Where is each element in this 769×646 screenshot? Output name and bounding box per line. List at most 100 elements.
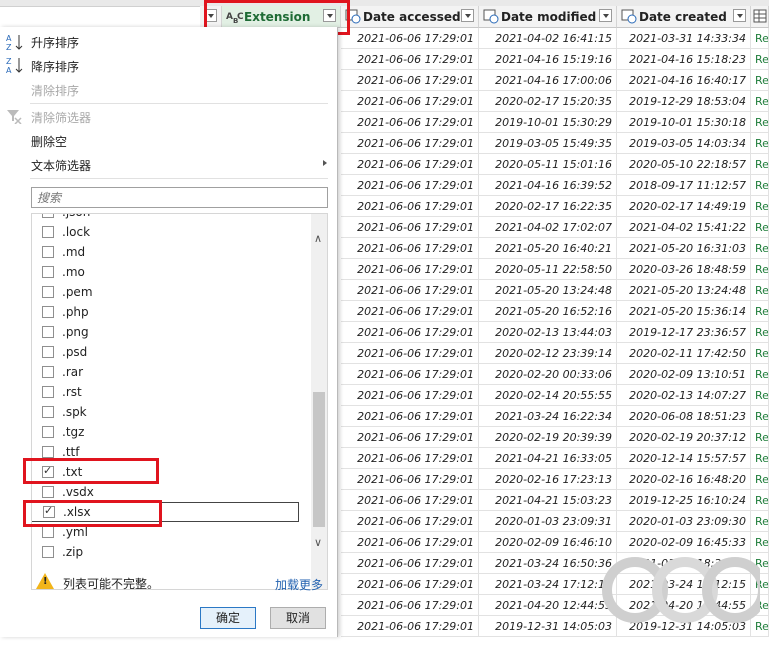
date-accessed-cell[interactable]: 2021-06-06 17:29:01 <box>341 259 479 280</box>
date-created-cell[interactable]: 2020-02-13 14:07:27 <box>617 385 751 406</box>
date-modified-cell[interactable]: 2021-04-02 17:02:07 <box>479 217 617 238</box>
table-link-cell[interactable]: Rec <box>751 196 769 217</box>
date-accessed-cell[interactable]: 2021-06-06 17:29:01 <box>341 427 479 448</box>
filter-list-item[interactable]: .tgz <box>40 422 300 442</box>
date-modified-cell[interactable]: 2020-02-17 15:20:35 <box>479 91 617 112</box>
table-link-cell[interactable]: Rec <box>751 28 769 49</box>
filter-checkbox[interactable] <box>42 526 54 538</box>
filter-checkbox[interactable] <box>42 386 54 398</box>
date-accessed-cell[interactable]: 2021-06-06 17:29:01 <box>341 595 479 616</box>
filter-list-item[interactable]: .psd <box>40 342 300 362</box>
table-link-cell[interactable]: Rec <box>751 133 769 154</box>
date-modified-cell[interactable]: 2020-01-03 23:09:31 <box>479 511 617 532</box>
filter-checkbox[interactable] <box>42 286 54 298</box>
date-modified-cell[interactable]: 2021-05-20 16:52:16 <box>479 301 617 322</box>
table-link-cell[interactable]: Rec <box>751 364 769 385</box>
date-modified-cell[interactable]: 2020-02-09 16:46:10 <box>479 532 617 553</box>
text-filters-item[interactable]: 文本筛选器 <box>31 157 91 174</box>
date-accessed-cell[interactable]: 2021-06-06 17:29:01 <box>341 28 479 49</box>
date-accessed-filter-button[interactable] <box>461 9 474 22</box>
date-accessed-cell[interactable]: 2021-06-06 17:29:01 <box>341 133 479 154</box>
table-link-cell[interactable]: Rec <box>751 175 769 196</box>
filter-list-item[interactable]: .png <box>40 322 300 342</box>
date-created-cell[interactable]: 2019-10-01 15:30:18 <box>617 112 751 133</box>
date-accessed-cell[interactable]: 2021-06-06 17:29:01 <box>341 343 479 364</box>
filter-checkbox[interactable] <box>42 226 54 238</box>
filter-checkbox[interactable] <box>42 326 54 338</box>
table-link-cell[interactable]: Rec <box>751 406 769 427</box>
filter-checkbox[interactable] <box>42 406 54 418</box>
date-created-cell[interactable]: 2019-12-25 16:10:24 <box>617 490 751 511</box>
filter-list-item[interactable]: .zip <box>40 542 300 562</box>
table-link-cell[interactable]: Rec <box>751 112 769 133</box>
filter-list-item[interactable]: .md <box>40 242 300 262</box>
date-accessed-cell[interactable]: 2021-06-06 17:29:01 <box>341 70 479 91</box>
filter-list-item[interactable]: .rst <box>40 382 300 402</box>
date-accessed-cell[interactable]: 2021-06-06 17:29:01 <box>341 49 479 70</box>
date-modified-cell[interactable]: 2020-05-11 22:58:50 <box>479 259 617 280</box>
date-modified-cell[interactable]: 2021-04-16 15:19:16 <box>479 49 617 70</box>
ok-button[interactable]: 确定 <box>200 607 256 629</box>
date-created-cell[interactable]: 2019-12-29 18:53:04 <box>617 91 751 112</box>
filter-list-item[interactable]: .lock <box>40 222 300 242</box>
date-accessed-cell[interactable]: 2021-06-06 17:29:01 <box>341 175 479 196</box>
filter-checkbox[interactable] <box>42 246 54 258</box>
filter-list-item[interactable]: .spk <box>40 402 300 422</box>
date-created-cell[interactable]: 2021-03-31 14:33:34 <box>617 28 751 49</box>
table-link-cell[interactable]: Rec <box>751 154 769 175</box>
table-link-cell[interactable]: Rec <box>751 70 769 91</box>
date-accessed-cell[interactable]: 2021-06-06 17:29:01 <box>341 448 479 469</box>
date-modified-filter-button[interactable] <box>599 9 612 22</box>
date-accessed-cell[interactable]: 2021-06-06 17:29:01 <box>341 280 479 301</box>
date-modified-cell[interactable]: 2021-04-21 16:33:05 <box>479 448 617 469</box>
filter-checkbox[interactable] <box>42 214 54 218</box>
filter-list-item[interactable]: .rar <box>40 362 300 382</box>
filter-checkbox[interactable] <box>42 546 54 558</box>
table-link-cell[interactable]: Rec <box>751 511 769 532</box>
table-link-cell[interactable]: Rec <box>751 490 769 511</box>
date-modified-cell[interactable]: 2020-02-13 13:44:03 <box>479 322 617 343</box>
sort-ascending-item[interactable]: 升序排序 <box>31 34 79 51</box>
date-modified-cell[interactable]: 2020-02-14 20:55:55 <box>479 385 617 406</box>
table-link-cell[interactable]: Rec <box>751 280 769 301</box>
date-modified-cell[interactable]: 2020-02-19 20:39:39 <box>479 427 617 448</box>
cancel-button[interactable]: 取消 <box>270 607 326 629</box>
date-accessed-cell[interactable]: 2021-06-06 17:29:01 <box>341 91 479 112</box>
date-modified-cell[interactable]: 2020-02-16 17:23:13 <box>479 469 617 490</box>
search-input[interactable] <box>31 187 328 208</box>
date-created-cell[interactable]: 2021-04-02 15:41:22 <box>617 217 751 238</box>
date-accessed-header[interactable]: Date accessed <box>341 6 479 28</box>
table-link-cell[interactable]: Rec <box>751 91 769 112</box>
date-modified-cell[interactable]: 2021-04-16 17:00:06 <box>479 70 617 91</box>
table-link-cell[interactable]: Rec <box>751 448 769 469</box>
date-accessed-cell[interactable]: 2021-06-06 17:29:01 <box>341 406 479 427</box>
filter-checkbox[interactable] <box>42 306 54 318</box>
table-link-cell[interactable]: Rec <box>751 301 769 322</box>
date-created-cell[interactable]: 2020-12-14 15:57:57 <box>617 448 751 469</box>
filter-checkbox[interactable] <box>42 486 54 498</box>
date-created-cell[interactable]: 2021-04-16 16:40:17 <box>617 70 751 91</box>
date-created-cell[interactable]: 2021-05-20 15:36:14 <box>617 301 751 322</box>
date-accessed-cell[interactable]: 2021-06-06 17:29:01 <box>341 217 479 238</box>
date-created-cell[interactable]: 2020-02-11 17:42:50 <box>617 343 751 364</box>
date-accessed-cell[interactable]: 2021-06-06 17:29:01 <box>341 385 479 406</box>
date-accessed-cell[interactable]: 2021-06-06 17:29:01 <box>341 112 479 133</box>
filter-list-item[interactable]: .pem <box>40 282 300 302</box>
date-accessed-cell[interactable]: 2021-06-06 17:29:01 <box>341 301 479 322</box>
table-link-cell[interactable]: Rec <box>751 343 769 364</box>
date-modified-cell[interactable]: 2019-12-31 14:05:03 <box>479 616 617 637</box>
date-modified-cell[interactable]: 2019-03-05 15:49:35 <box>479 133 617 154</box>
date-accessed-cell[interactable]: 2021-06-06 17:29:01 <box>341 574 479 595</box>
date-modified-cell[interactable]: 2021-05-20 16:40:21 <box>479 238 617 259</box>
date-created-cell[interactable]: 2019-03-05 14:03:34 <box>617 133 751 154</box>
date-created-cell[interactable]: 2020-06-08 18:51:23 <box>617 406 751 427</box>
date-created-cell[interactable]: 2018-09-17 11:12:57 <box>617 175 751 196</box>
filter-list-item[interactable]: .php <box>40 302 300 322</box>
scroll-up-icon[interactable]: ∧ <box>314 232 322 245</box>
filter-list-item[interactable]: .mo <box>40 262 300 282</box>
remove-empty-item[interactable]: 删除空 <box>31 133 67 150</box>
date-modified-header[interactable]: Date modified <box>479 6 617 28</box>
date-accessed-cell[interactable]: 2021-06-06 17:29:01 <box>341 238 479 259</box>
date-modified-cell[interactable]: 2021-04-02 16:41:15 <box>479 28 617 49</box>
table-link-cell[interactable]: Rec <box>751 217 769 238</box>
